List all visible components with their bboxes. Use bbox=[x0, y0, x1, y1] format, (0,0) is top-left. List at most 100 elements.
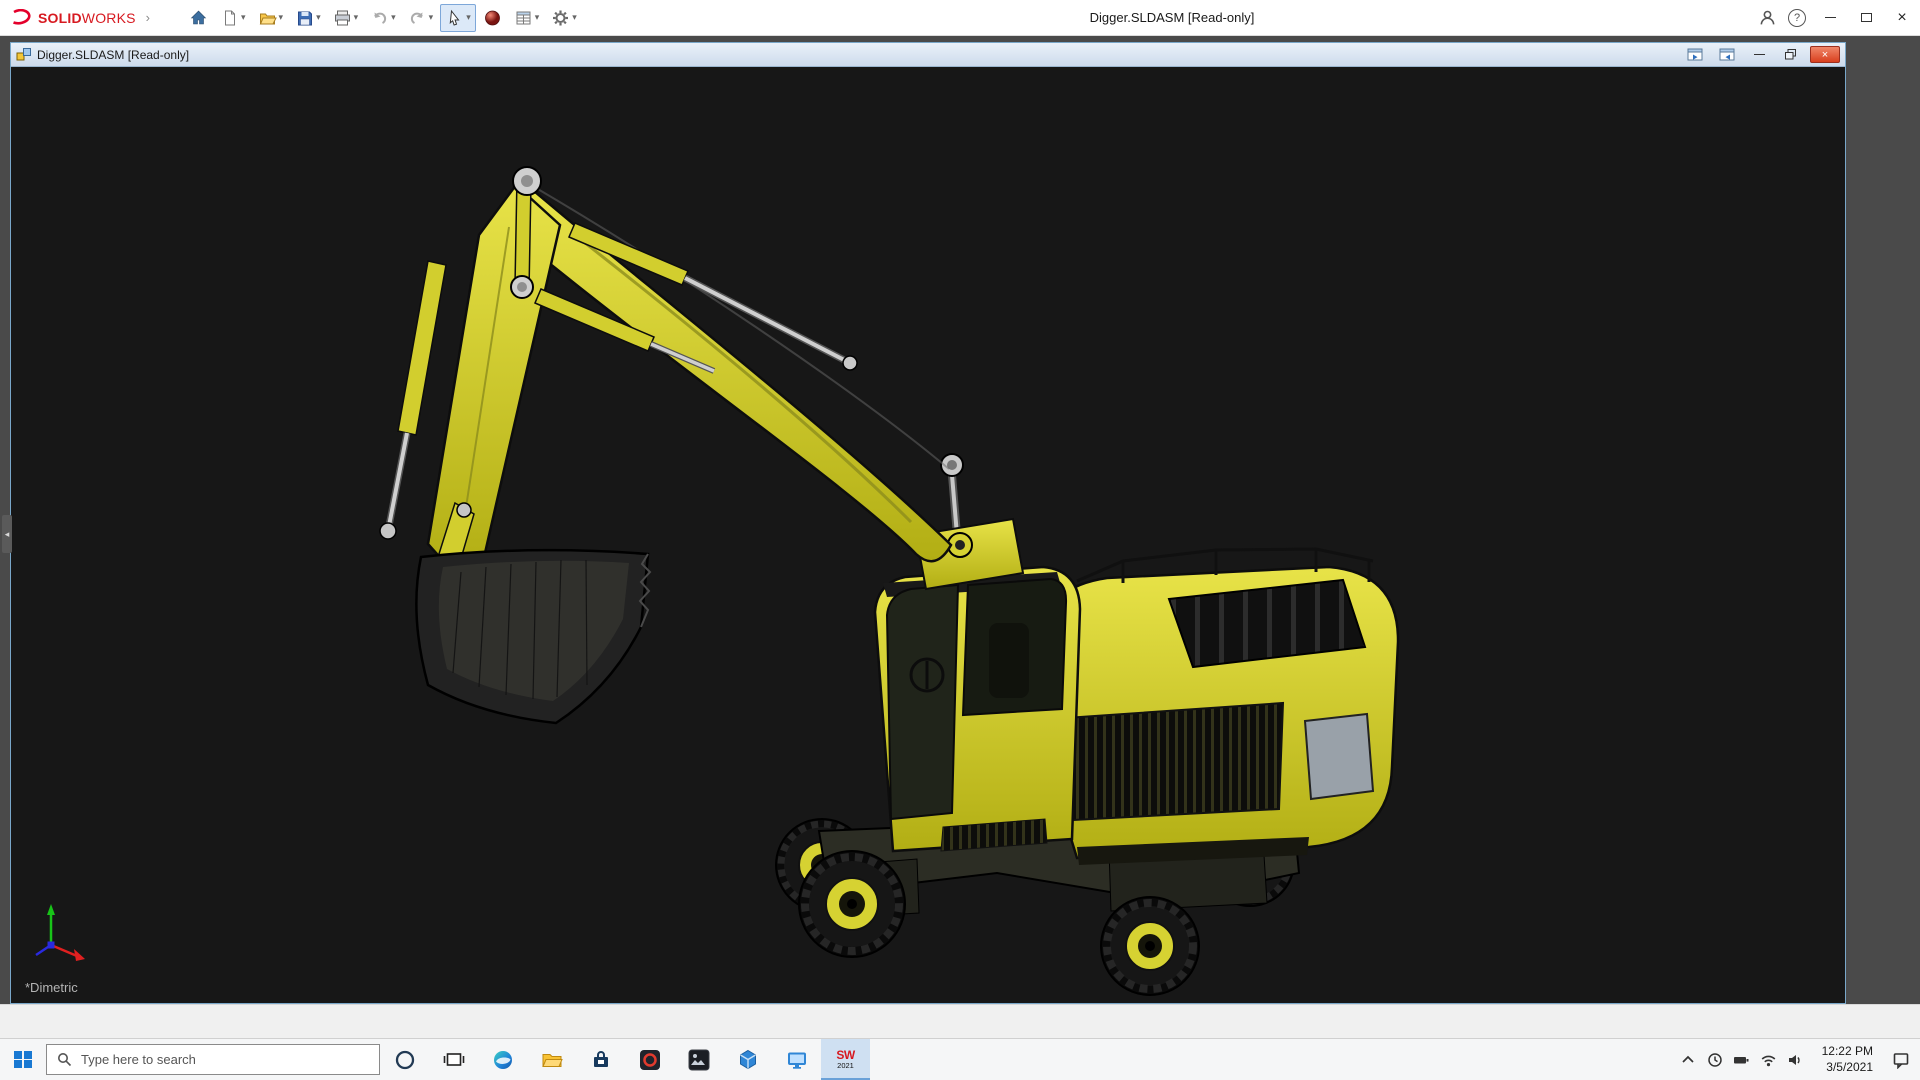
new-document-icon bbox=[220, 9, 239, 27]
home-icon bbox=[189, 9, 208, 27]
view-orientation-label: *Dimetric bbox=[25, 980, 78, 995]
excavator-model[interactable] bbox=[380, 167, 1398, 995]
app-window-title: Digger.SLDASM [Read-only] bbox=[1090, 10, 1255, 25]
search-input[interactable] bbox=[81, 1052, 351, 1067]
restore-icon bbox=[1784, 48, 1798, 62]
chevron-up-icon bbox=[1680, 1052, 1696, 1068]
new-document-button[interactable]: ▾ bbox=[215, 4, 251, 32]
graphics-area[interactable]: *Dimetric bbox=[11, 67, 1845, 1003]
document-titlebar[interactable]: Digger.SLDASM [Read-only] bbox=[11, 43, 1845, 67]
select-button[interactable]: ▾ bbox=[440, 4, 476, 32]
dropdown-caret-icon[interactable]: ▾ bbox=[354, 13, 359, 22]
document-controls: × bbox=[1682, 46, 1840, 63]
status-bar bbox=[0, 1004, 1920, 1038]
cab[interactable] bbox=[875, 567, 1080, 851]
dropdown-caret-icon[interactable]: ▾ bbox=[241, 13, 246, 22]
taskbar-search[interactable] bbox=[46, 1044, 380, 1075]
close-icon: × bbox=[1897, 10, 1906, 26]
taskbar-app-red[interactable] bbox=[625, 1039, 674, 1080]
doc-close-button[interactable]: × bbox=[1810, 46, 1840, 63]
save-button[interactable]: ▾ bbox=[290, 4, 326, 32]
engine-housing[interactable] bbox=[1041, 549, 1398, 865]
windows-logo-icon bbox=[14, 1051, 32, 1069]
logo-expand-icon[interactable]: › bbox=[146, 10, 150, 25]
taskbar-app-cortana[interactable] bbox=[380, 1039, 429, 1080]
action-center-button[interactable] bbox=[1892, 1051, 1910, 1069]
front-left-wheel[interactable] bbox=[799, 851, 905, 957]
cube-3d-icon bbox=[736, 1048, 760, 1072]
action-center-icon bbox=[1892, 1051, 1910, 1069]
bucket[interactable] bbox=[416, 550, 650, 723]
minimize-button[interactable] bbox=[1812, 0, 1848, 36]
doc-minimize-button[interactable] bbox=[1746, 46, 1772, 63]
orientation-triad bbox=[36, 904, 85, 961]
split-view-button[interactable] bbox=[1714, 46, 1740, 63]
taskbar-app-edge[interactable] bbox=[478, 1039, 527, 1080]
help-button[interactable]: ? bbox=[1782, 0, 1812, 36]
tray-expand-button[interactable] bbox=[1679, 1051, 1697, 1069]
volume-icon bbox=[1787, 1052, 1804, 1068]
tray-battery[interactable] bbox=[1733, 1051, 1751, 1069]
viewport-3d[interactable] bbox=[11, 67, 1845, 1003]
dropdown-caret-icon[interactable]: ▾ bbox=[391, 13, 396, 22]
print-icon bbox=[333, 9, 352, 27]
print-button[interactable]: ▾ bbox=[328, 4, 364, 32]
dropdown-caret-icon[interactable]: ▾ bbox=[279, 13, 284, 22]
taskbar-app-file-explorer[interactable] bbox=[527, 1039, 576, 1080]
maximize-button[interactable] bbox=[1848, 0, 1884, 36]
design-table-button[interactable]: ▾ bbox=[509, 4, 545, 32]
dropdown-caret-icon[interactable]: ▾ bbox=[572, 13, 577, 22]
taskbar-app-task-view[interactable] bbox=[429, 1039, 478, 1080]
split-view-icon bbox=[1719, 47, 1736, 62]
open-button[interactable]: ▾ bbox=[253, 4, 289, 32]
brand-text: SOLIDWORKS bbox=[38, 10, 136, 26]
undo-icon bbox=[370, 9, 389, 27]
display-pane-button[interactable] bbox=[1682, 46, 1708, 63]
store-bag-icon bbox=[589, 1048, 613, 1072]
collapse-panel-arrow[interactable]: ◂ bbox=[2, 515, 12, 553]
redo-icon bbox=[408, 9, 427, 27]
close-icon: × bbox=[1822, 49, 1828, 61]
solidworks-2021-icon: SW 2021 bbox=[836, 1049, 854, 1070]
tray-clock-sync[interactable] bbox=[1706, 1051, 1724, 1069]
dassault-logo-icon bbox=[10, 9, 34, 26]
task-view-icon bbox=[442, 1048, 466, 1072]
redo-button[interactable]: ▾ bbox=[403, 4, 439, 32]
tray-volume[interactable] bbox=[1787, 1051, 1805, 1069]
boom-mount[interactable] bbox=[916, 454, 1023, 589]
account-button[interactable] bbox=[1752, 0, 1782, 36]
clock-icon bbox=[1707, 1052, 1723, 1068]
options-button[interactable]: ▾ bbox=[546, 4, 582, 32]
assembly-document-icon bbox=[16, 47, 32, 62]
help-icon: ? bbox=[1788, 9, 1806, 27]
taskbar: SW 2021 bbox=[0, 1038, 1920, 1080]
tray-time: 12:22 PM bbox=[1822, 1044, 1873, 1060]
close-button[interactable]: × bbox=[1884, 0, 1920, 36]
taskbar-app-store[interactable] bbox=[576, 1039, 625, 1080]
minimize-icon bbox=[1825, 17, 1836, 18]
appearance-button[interactable] bbox=[478, 4, 507, 32]
file-explorer-icon bbox=[540, 1048, 564, 1072]
doc-restore-button[interactable] bbox=[1778, 46, 1804, 63]
dropdown-caret-icon[interactable]: ▾ bbox=[429, 13, 434, 22]
front-right-wheel[interactable] bbox=[1101, 897, 1199, 995]
dropdown-caret-icon[interactable]: ▾ bbox=[316, 13, 321, 22]
open-folder-icon bbox=[258, 9, 277, 27]
dropdown-caret-icon[interactable]: ▾ bbox=[466, 13, 471, 22]
document-window: Digger.SLDASM [Read-only] bbox=[10, 42, 1846, 1004]
dropdown-caret-icon[interactable]: ▾ bbox=[535, 13, 540, 22]
home-button[interactable] bbox=[184, 4, 213, 32]
undo-button[interactable]: ▾ bbox=[365, 4, 401, 32]
tray-clock-date[interactable]: 12:22 PM 3/5/2021 bbox=[1822, 1044, 1873, 1075]
taskbar-app-3d-cube[interactable] bbox=[723, 1039, 772, 1080]
search-icon bbox=[57, 1052, 72, 1067]
cortana-icon bbox=[393, 1048, 417, 1072]
appearance-sphere-icon bbox=[483, 9, 502, 27]
taskbar-app-solidworks[interactable]: SW 2021 bbox=[821, 1039, 870, 1080]
minimize-icon bbox=[1754, 54, 1765, 55]
app-titlebar: SOLIDWORKS › ▾ ▾ bbox=[0, 0, 1920, 36]
taskbar-app-photos[interactable] bbox=[674, 1039, 723, 1080]
start-button[interactable] bbox=[0, 1039, 46, 1080]
taskbar-app-monitor[interactable] bbox=[772, 1039, 821, 1080]
tray-network[interactable] bbox=[1760, 1051, 1778, 1069]
